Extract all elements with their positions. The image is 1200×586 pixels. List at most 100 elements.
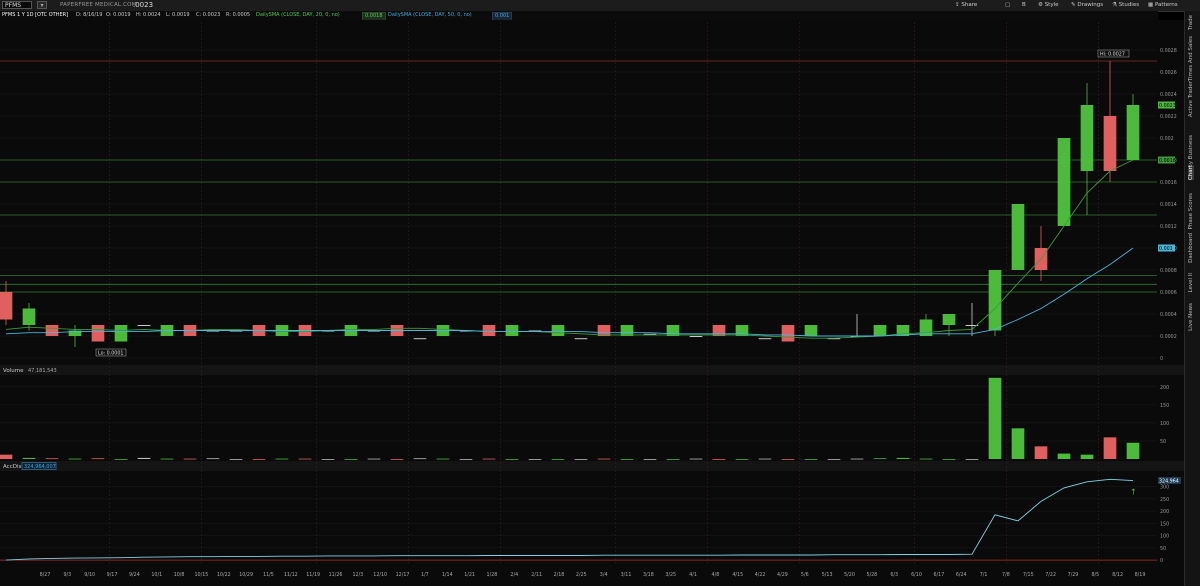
candle-body — [942, 314, 956, 325]
volume-bar — [344, 459, 358, 460]
up-arrow-icon: ↑ — [1130, 488, 1137, 497]
x-tick-label: 5/13 — [822, 572, 833, 578]
accdist-y-tick: 50 — [1160, 546, 1166, 552]
x-tick-label: 8/27 — [40, 572, 51, 578]
volume-bar — [22, 457, 36, 459]
y-tick-label: 0.0008 — [1160, 268, 1177, 274]
x-tick-label: 7/8 — [1002, 572, 1010, 578]
volume-bar — [804, 459, 818, 460]
volume-bar — [413, 458, 427, 460]
volume-bar — [712, 459, 726, 460]
side-tab-by-business[interactable]: By Business — [1188, 135, 1194, 168]
side-tab-chart[interactable]: Chart — [1188, 165, 1194, 181]
x-tick-label: 12/17 — [396, 572, 410, 578]
candle-body — [620, 325, 634, 336]
candle-body — [91, 325, 105, 342]
x-tick-label: 1/7 — [421, 572, 429, 578]
candle-body — [551, 325, 565, 336]
side-tab-phase-scores[interactable]: Phase Scores — [1188, 193, 1194, 229]
x-tick-label: 10/15 — [195, 572, 209, 578]
price-tag: 0.0023 — [1159, 103, 1176, 109]
side-tab-level-ii[interactable]: Level II — [1188, 273, 1194, 293]
x-tick-label: 12/10 — [373, 572, 387, 578]
x-tick-label: 7/22 — [1045, 572, 1056, 578]
volume-bar — [689, 458, 703, 460]
volume-bar — [298, 458, 312, 460]
chart-canvas[interactable]: Volume 47,181,543 AccDist 324,964,007 0 0.000… — [0, 0, 1184, 586]
candle-body — [988, 270, 1002, 331]
volume-bar — [873, 458, 887, 460]
x-tick-label: 1/14 — [442, 572, 453, 578]
x-tick-label: 7/15 — [1023, 572, 1034, 578]
x-tick-label: 2/18 — [554, 572, 565, 578]
volume-bar — [1126, 442, 1140, 459]
volume-bar — [597, 458, 611, 460]
y-tick-label: 0.0014 — [1160, 202, 1177, 208]
candle-body — [804, 325, 818, 336]
x-tick-label: 2/25 — [576, 572, 587, 578]
volume-bar — [206, 458, 220, 460]
volume-bar — [827, 459, 841, 460]
volume-bar — [68, 458, 82, 460]
x-tick-label: 3/25 — [665, 572, 676, 578]
x-tick-label: 4/15 — [732, 572, 743, 578]
x-tick-label: 11/19 — [306, 572, 320, 578]
volume-bar — [1011, 428, 1025, 459]
accdist-title: AccDist — [3, 464, 24, 470]
volume-bar — [482, 458, 496, 460]
candle-body — [666, 325, 680, 336]
accdist-value: 324,964,007 — [24, 464, 56, 470]
side-tab-dashboard[interactable]: Dashboard — [1188, 233, 1194, 263]
x-tick-label: 8/12 — [1112, 572, 1123, 578]
side-tab-live-news[interactable]: Live News — [1188, 303, 1194, 331]
x-tick-label: 7/29 — [1068, 572, 1079, 578]
volume-bar — [988, 377, 1002, 459]
x-tick-label: 3/18 — [643, 572, 654, 578]
x-tick-label: 11/26 — [329, 572, 343, 578]
volume-bar — [896, 457, 910, 459]
candle-body — [873, 325, 887, 336]
volume-bar — [367, 458, 381, 460]
candle-body — [1011, 204, 1025, 270]
volume-bar — [321, 459, 335, 460]
volume-bar — [551, 459, 565, 460]
x-tick-label: 6/24 — [956, 572, 967, 578]
x-tick-label: 10/29 — [239, 572, 253, 578]
y-tick-label: 0.0002 — [1160, 334, 1177, 340]
volume-bar — [528, 459, 542, 460]
volume-bar — [505, 459, 519, 460]
x-tick-label: 5/20 — [844, 572, 855, 578]
candle-body — [574, 338, 588, 340]
accdist-y-tick: 250 — [1160, 497, 1169, 503]
candle-body — [1126, 105, 1140, 160]
volume-y-tick: 200 — [1160, 385, 1169, 391]
accdist-y-tick: 0 — [1160, 558, 1163, 564]
volume-bar — [919, 458, 933, 460]
accdist-y-tick: 200 — [1160, 509, 1169, 515]
volume-bar — [574, 459, 588, 460]
x-tick-label: 10/22 — [217, 572, 231, 578]
lo-label: Lo: 0.0001 — [98, 351, 123, 357]
accdist-tag: 324.964 — [1159, 478, 1179, 484]
volume-bar — [160, 458, 174, 460]
volume-y-tick: 100 — [1160, 421, 1169, 427]
volume-bar — [114, 459, 128, 460]
volume-bar — [1057, 453, 1071, 459]
volume-bar — [252, 459, 266, 460]
volume-bar — [643, 459, 657, 460]
y-tick-label: 0.002 — [1160, 136, 1174, 142]
volume-bar — [275, 458, 289, 460]
x-tick-label: 9/10 — [84, 572, 95, 578]
candle-body — [482, 325, 496, 336]
sma20-tag: 0.0018 — [1159, 158, 1176, 164]
hi-label: Hi: 0.0027 — [1100, 52, 1125, 58]
volume-bar — [1080, 454, 1094, 459]
x-tick-label: 9/24 — [129, 572, 140, 578]
volume-bar — [666, 459, 680, 460]
y-tick-label: 0.0022 — [1160, 114, 1177, 120]
x-tick-label: 6/17 — [933, 572, 944, 578]
side-tab-times-and-sales[interactable]: Times And Sales — [1188, 36, 1194, 81]
side-tab-active-trader[interactable]: Active Trader — [1188, 81, 1194, 117]
side-tab-trade[interactable]: Trade — [1188, 15, 1194, 30]
x-tick-label: 2/11 — [531, 572, 542, 578]
